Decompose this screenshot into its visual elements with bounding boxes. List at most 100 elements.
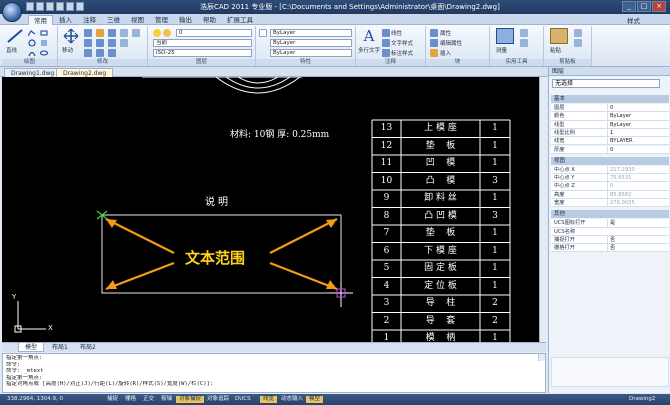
status-toggle[interactable]: 线宽 — [260, 396, 278, 403]
copy-icon[interactable] — [84, 29, 92, 37]
property-value[interactable]: 是 — [607, 219, 667, 228]
command-line[interactable]: 指定第一角点: 命令: 命令: _mtext 指定第一角点: 指定对角点或 [高… — [2, 353, 546, 393]
tab-3d[interactable]: 三维 — [102, 15, 125, 25]
property-value[interactable]: 0 — [607, 104, 667, 112]
layer-current-combo[interactable]: 当前 — [153, 39, 252, 47]
drawing-canvas[interactable]: 材料: 10钢 厚: 0.25mm 说明 文本范围 13 上 模 座 1 12 垫 板1… — [2, 77, 546, 342]
maximize-button[interactable]: □ — [637, 1, 651, 12]
color-swatch[interactable] — [259, 29, 267, 37]
property-row[interactable]: 图层 0 — [551, 104, 669, 113]
linear-dim-icon[interactable] — [382, 29, 390, 37]
mirror-icon[interactable] — [84, 39, 92, 47]
property-row[interactable]: 栅格打开 否 — [551, 244, 669, 253]
canvas-vertical-scrollbar[interactable] — [539, 77, 546, 342]
tab-extended-tools[interactable]: 扩展工具 — [222, 15, 258, 25]
status-toggle[interactable]: 捕捉 — [104, 396, 121, 403]
tab-layout1[interactable]: 布局1 — [46, 343, 74, 352]
copy-clip-icon[interactable] — [574, 39, 582, 47]
offset-icon[interactable] — [120, 29, 128, 37]
property-row[interactable]: 线型 ByLayer — [551, 120, 669, 129]
print-icon[interactable] — [56, 2, 64, 11]
property-section-header[interactable]: 基本 — [551, 95, 669, 103]
tab-insert[interactable]: 插入 — [54, 15, 77, 25]
property-row[interactable]: 宽度 276.0035 — [551, 199, 669, 208]
extend-icon[interactable] — [108, 39, 116, 47]
fillet-icon[interactable] — [108, 49, 116, 57]
measure-icon[interactable] — [496, 28, 514, 44]
property-value[interactable]: 75.6531 — [607, 174, 667, 183]
doc-tab-drawing2[interactable]: Drawing2.dwg — [56, 68, 114, 77]
cut-icon[interactable] — [574, 29, 582, 37]
status-toggle[interactable]: 动态输入 — [278, 396, 306, 403]
dimstyle-combo[interactable]: ISO-25 — [153, 49, 252, 57]
property-value[interactable]: ByLayer — [607, 112, 667, 121]
property-value[interactable]: 否 — [607, 235, 667, 244]
linetype-combo[interactable]: ByLayer — [270, 39, 352, 47]
tab-help[interactable]: 帮助 — [198, 15, 221, 25]
ellipse-icon[interactable] — [40, 49, 48, 57]
command-prompt[interactable]: 指定对角点或 [高度(H)/对正(J)/行距(L)/旋转(R)/样式(S)/宽度… — [6, 381, 542, 388]
array-icon[interactable] — [84, 49, 92, 57]
arc-icon[interactable] — [28, 49, 36, 57]
polyline-icon[interactable] — [28, 29, 36, 37]
scale-icon[interactable] — [96, 39, 104, 47]
property-value[interactable]: 217.2930 — [607, 165, 667, 174]
status-toggle[interactable]: DUCS — [232, 396, 254, 403]
property-row[interactable]: UCS名称 — [551, 227, 669, 236]
doc-tab-drawing1[interactable]: Drawing1.dwg — [4, 68, 62, 77]
tab-output[interactable]: 输出 — [174, 15, 197, 25]
status-toggle[interactable]: 对象追踪 — [204, 396, 232, 403]
app-menu-button[interactable] — [2, 2, 22, 22]
erase-icon[interactable] — [132, 29, 140, 37]
property-value[interactable]: 276.0035 — [607, 199, 667, 207]
hatch-icon[interactable] — [40, 39, 48, 47]
sun-icon[interactable] — [163, 29, 171, 37]
property-value[interactable]: ByLayer — [607, 120, 667, 129]
property-value[interactable]: 85.8582 — [607, 190, 667, 199]
selection-dropdown[interactable]: 无选择 — [552, 79, 660, 88]
property-value[interactable]: 1 — [607, 128, 667, 137]
attribute-icon[interactable] — [430, 29, 438, 37]
property-row[interactable]: 中心点 Y 75.6531 — [551, 174, 669, 183]
trim-icon[interactable] — [108, 29, 116, 37]
undo-icon[interactable] — [66, 2, 74, 11]
property-row[interactable]: UCS图标打开 是 — [551, 219, 669, 228]
explode-icon[interactable] — [120, 39, 128, 47]
redo-icon[interactable] — [76, 2, 84, 11]
edit-attribute-icon[interactable] — [430, 39, 438, 47]
dim-style-icon[interactable] — [382, 49, 390, 57]
minimize-button[interactable]: _ — [622, 1, 636, 12]
style-label[interactable]: 样式 — [627, 15, 640, 25]
status-toggle[interactable]: 极轴 — [158, 396, 175, 403]
insert-block-icon[interactable] — [430, 49, 438, 57]
circle-icon[interactable] — [28, 39, 36, 47]
status-toggle[interactable]: 正交 — [140, 396, 157, 403]
tab-model[interactable]: 模型 — [18, 343, 45, 352]
property-section-header[interactable]: 视图 — [551, 156, 669, 165]
property-section-header[interactable]: 其他 — [551, 210, 669, 219]
close-button[interactable]: × — [652, 1, 666, 12]
property-row[interactable]: 高度 85.8582 — [551, 190, 669, 199]
property-row[interactable]: 中心点 X 217.2930 — [551, 165, 669, 175]
property-row[interactable]: 线型比例 1 — [551, 128, 669, 138]
line-icon[interactable] — [6, 28, 24, 44]
lightbulb-icon[interactable] — [153, 29, 161, 37]
color-combo[interactable]: ByLayer — [270, 29, 352, 37]
property-value[interactable]: BYLAYER — [607, 137, 667, 146]
tab-layout2[interactable]: 布局2 — [74, 343, 102, 352]
tab-annotate[interactable]: 注释 — [78, 15, 101, 25]
move-icon[interactable] — [62, 28, 80, 44]
status-toggle[interactable]: 模型 — [306, 396, 324, 403]
tab-view[interactable]: 视图 — [126, 15, 149, 25]
status-toggle[interactable]: 栅格 — [122, 396, 139, 403]
lineweight-combo[interactable]: ByLayer — [270, 49, 352, 57]
mtext-icon[interactable]: A — [360, 28, 378, 44]
property-value[interactable]: 否 — [607, 244, 667, 253]
text-style-icon[interactable] — [382, 39, 390, 47]
property-value[interactable]: 0 — [607, 182, 667, 191]
command-scrollbar[interactable] — [538, 354, 545, 361]
tab-home[interactable]: 常用 — [28, 15, 53, 25]
id-point-icon[interactable] — [520, 39, 528, 47]
tab-manage[interactable]: 管理 — [150, 15, 173, 25]
stretch-icon[interactable] — [96, 49, 104, 57]
